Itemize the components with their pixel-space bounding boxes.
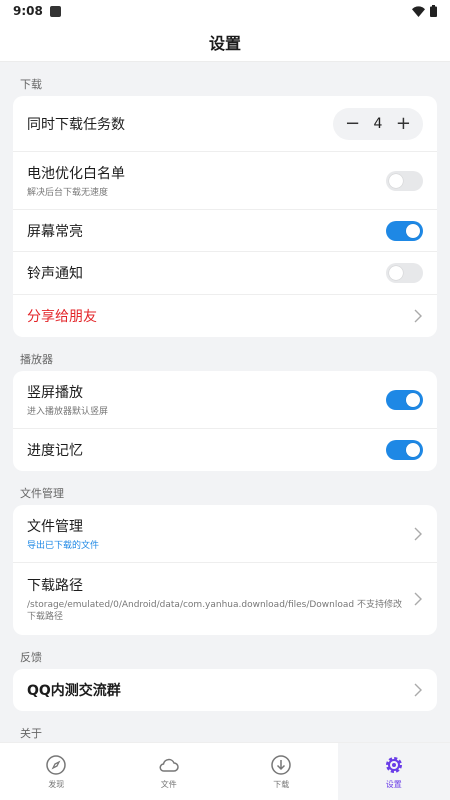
toggle-knob (406, 223, 420, 238)
nav-settings-label: 设置 (385, 779, 402, 789)
notification-icon (49, 5, 61, 17)
concurrent-downloads-value: 4 (373, 115, 383, 132)
portrait-playback-toggle[interactable] (386, 389, 423, 410)
ringtone-notification-row[interactable]: 铃声通知 (13, 252, 437, 295)
bottom-navigation: 发现 文件 下载 设置 (0, 742, 450, 800)
progress-memory-toggle[interactable] (386, 440, 423, 460)
nav-download-label: 下载 (273, 779, 290, 789)
section-label-files: 文件管理 (20, 487, 64, 500)
chevron-right-icon (414, 527, 422, 540)
cloud-icon (159, 758, 179, 772)
app-bar: 设置 (0, 22, 450, 62)
feedback-card: QQ内测交流群 (13, 669, 437, 711)
status-icons (412, 5, 437, 17)
download-path-value: /storage/emulated/0/Android/data/com.yan… (27, 600, 402, 622)
toggle-knob (406, 443, 420, 457)
battery-icon (430, 5, 437, 17)
ringtone-notification-toggle[interactable] (386, 263, 423, 283)
download-path-row[interactable]: 下载路径 /storage/emulated/0/Android/data/co… (13, 563, 437, 635)
section-label-player: 播放器 (20, 353, 53, 366)
settings-content: 下载 同时下载任务数 − 4 + 电池优化白名单 解决后台下载无速度 屏幕常亮 (0, 62, 450, 775)
toggle-knob (406, 392, 420, 407)
nav-discover-label: 发现 (48, 779, 65, 789)
download-icon (271, 754, 291, 775)
download-path-label: 下载路径 (27, 578, 83, 594)
chevron-right-icon (414, 592, 422, 606)
file-settings-card: 文件管理 导出已下载的文件 下载路径 /storage/emulated/0/A… (13, 505, 437, 635)
file-management-label: 文件管理 (27, 518, 83, 535)
ringtone-notification-label: 铃声通知 (27, 266, 83, 282)
qq-group-label: QQ内测交流群 (27, 683, 121, 699)
qq-group-row[interactable]: QQ内测交流群 (13, 669, 437, 711)
settings-gear-icon (385, 756, 402, 773)
progress-memory-label: 进度记忆 (27, 443, 83, 459)
chevron-right-icon (414, 309, 422, 323)
page-title: 设置 (208, 33, 241, 53)
nav-download[interactable]: 下载 (225, 743, 338, 800)
nav-files[interactable]: 文件 (113, 743, 226, 800)
chevron-right-icon (414, 683, 422, 697)
file-management-row[interactable]: 文件管理 导出已下载的文件 (13, 505, 437, 563)
progress-memory-row[interactable]: 进度记忆 (13, 429, 437, 471)
concurrent-downloads-stepper: − 4 + (333, 107, 423, 140)
section-label-feedback: 反馈 (20, 651, 42, 664)
screen-on-label: 屏幕常亮 (27, 223, 83, 240)
portrait-playback-row[interactable]: 竖屏播放 进入播放器默认竖屏 (13, 371, 437, 429)
share-with-friends-row[interactable]: 分享给朋友 (13, 295, 437, 337)
nav-discover[interactable]: 发现 (0, 743, 113, 800)
battery-whitelist-subtitle: 解决后台下载无速度 (27, 187, 109, 198)
wifi-icon (412, 5, 425, 17)
concurrent-downloads-label: 同时下载任务数 (27, 116, 125, 133)
section-label-download: 下载 (20, 78, 42, 91)
toggle-knob (389, 173, 403, 188)
concurrent-downloads-row: 同时下载任务数 − 4 + (13, 96, 437, 152)
battery-whitelist-toggle[interactable] (386, 170, 423, 191)
download-settings-card: 同时下载任务数 − 4 + 电池优化白名单 解决后台下载无速度 屏幕常亮 铃声通… (13, 96, 437, 337)
section-label-about: 关于 (20, 727, 42, 740)
nav-settings[interactable]: 设置 (337, 743, 450, 800)
increment-button[interactable]: + (396, 114, 411, 133)
player-settings-card: 竖屏播放 进入播放器默认竖屏 进度记忆 (13, 371, 437, 471)
screen-on-toggle[interactable] (386, 220, 423, 241)
decrement-button[interactable]: − (345, 114, 360, 133)
compass-icon (46, 754, 66, 775)
portrait-playback-label: 竖屏播放 (27, 384, 83, 401)
file-management-subtitle: 导出已下载的文件 (27, 540, 100, 551)
nav-files-label: 文件 (160, 779, 177, 789)
toggle-knob (389, 266, 403, 280)
status-time: 9:08 (13, 4, 43, 18)
share-with-friends-label: 分享给朋友 (27, 309, 97, 325)
battery-whitelist-label: 电池优化白名单 (27, 165, 125, 182)
status-bar: 9:08 (0, 0, 450, 22)
battery-whitelist-row[interactable]: 电池优化白名单 解决后台下载无速度 (13, 152, 437, 210)
portrait-playback-subtitle: 进入播放器默认竖屏 (27, 406, 109, 417)
screen-on-row[interactable]: 屏幕常亮 (13, 210, 437, 252)
